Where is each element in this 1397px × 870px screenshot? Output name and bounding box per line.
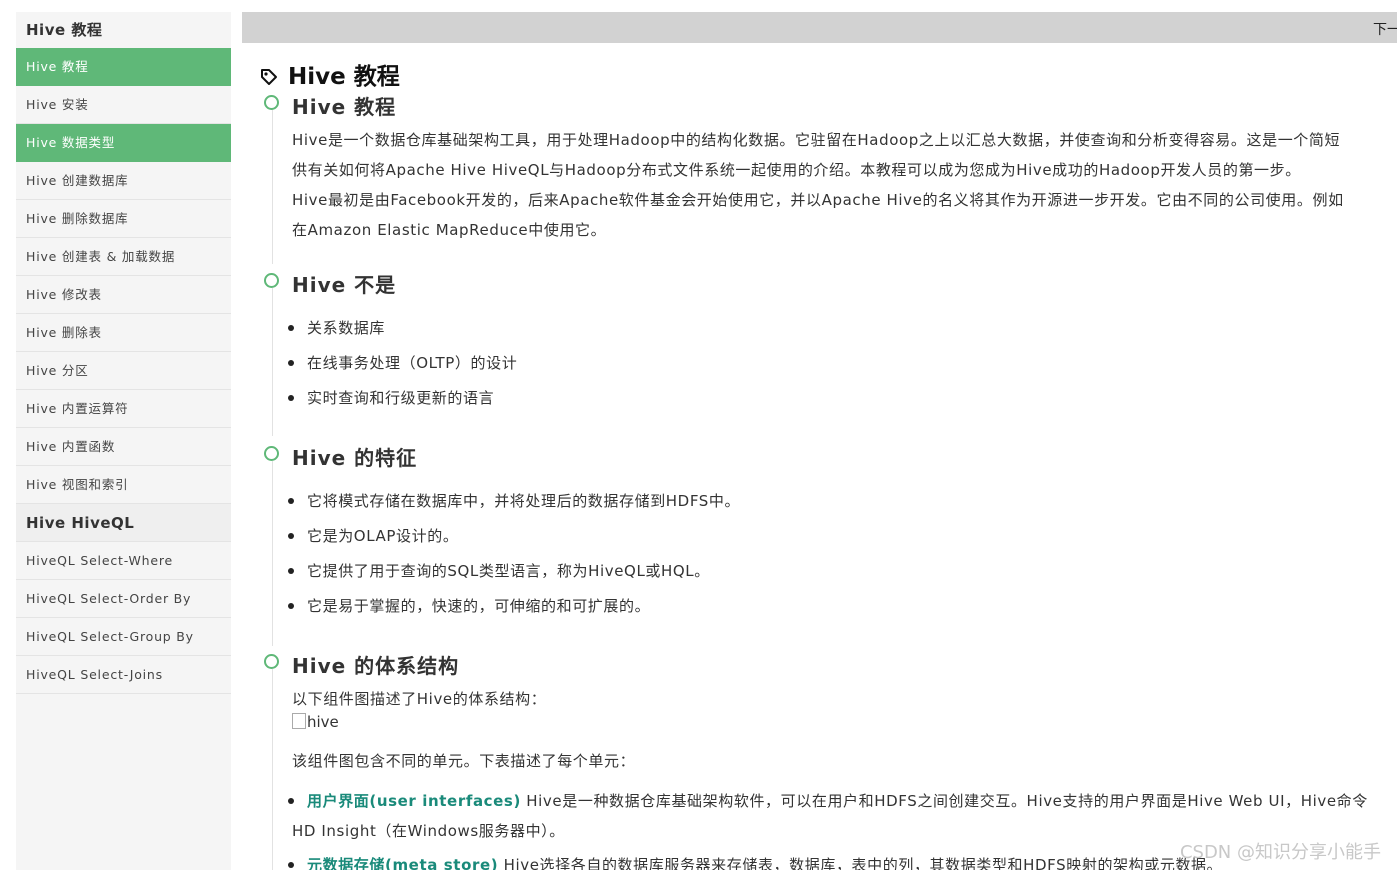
image-alt-text: hive bbox=[307, 713, 339, 731]
watermark: CSDN @知识分享小能手 bbox=[1179, 842, 1381, 863]
section-title-intro: Hive 教程 bbox=[292, 95, 397, 119]
timeline-dot bbox=[264, 95, 279, 110]
sidebar-item-create-table-load-data[interactable]: Hive 创建表 & 加载数据 bbox=[16, 238, 231, 276]
sidebar-heading: Hive 教程 bbox=[26, 21, 103, 39]
list-item: 关系数据库 bbox=[287, 317, 385, 338]
sidebar-heading-hiveql: Hive HiveQL bbox=[16, 504, 231, 542]
timeline-line bbox=[272, 288, 273, 436]
term-link[interactable]: 元数据存储(meta store) bbox=[307, 856, 498, 870]
sidebar-item-select-where[interactable]: HiveQL Select-Where bbox=[16, 542, 231, 580]
tag-icon bbox=[260, 66, 278, 92]
sidebar-item-hive-tutorial[interactable]: Hive 教程 bbox=[16, 48, 231, 86]
list-item: 它是易于掌握的，快速的，可伸缩的和可扩展的。 bbox=[287, 595, 650, 616]
timeline-dot bbox=[264, 654, 279, 669]
sidebar-item-views-indexes[interactable]: Hive 视图和索引 bbox=[16, 466, 231, 504]
sidebar-item-drop-database[interactable]: Hive 删除数据库 bbox=[16, 200, 231, 238]
sidebar: Hive 教程 Hive 教程 Hive 安装 Hive 数据类型 Hive 创… bbox=[16, 12, 231, 870]
list-item: 元数据存储(meta store) Hive选择各自的数据库服务器来存储表，数据… bbox=[287, 854, 1222, 870]
list-item: 它提供了用于查询的SQL类型语言，称为HiveQL或HQL。 bbox=[288, 560, 710, 581]
top-nav-bar: 下一 bbox=[242, 12, 1397, 43]
sidebar-item-create-database[interactable]: Hive 创建数据库 bbox=[16, 162, 231, 200]
timeline-dot bbox=[264, 446, 279, 461]
timeline-dot bbox=[264, 273, 279, 288]
section-title-features: Hive 的特征 bbox=[292, 446, 418, 470]
list-item: 用户界面(user interfaces) Hive是一种数据仓库基础架构软件，… bbox=[288, 790, 1368, 811]
timeline-line bbox=[272, 669, 273, 870]
sidebar-item-drop-table[interactable]: Hive 删除表 bbox=[16, 314, 231, 352]
architecture-image: hive bbox=[292, 713, 339, 731]
page-title-text: Hive 教程 bbox=[288, 64, 400, 90]
intro-paragraph-line: 在Amazon Elastic MapReduce中使用它。 bbox=[292, 221, 607, 239]
unit-continuation: HD Insight（在Windows服务器中）。 bbox=[292, 822, 565, 840]
list-item: 在线事务处理（OLTP）的设计 bbox=[287, 352, 517, 373]
next-page-link[interactable]: 下一 bbox=[1373, 19, 1397, 39]
broken-image-icon bbox=[292, 713, 306, 729]
architecture-intro: 以下组件图描述了Hive的体系结构： bbox=[292, 690, 547, 708]
sidebar-item-select-group-by[interactable]: HiveQL Select-Group By bbox=[16, 618, 231, 656]
list-item: 它是为OLAP设计的。 bbox=[287, 525, 458, 546]
sidebar-item-select-order-by[interactable]: HiveQL Select-Order By bbox=[16, 580, 231, 618]
section-title-architecture: Hive 的体系结构 bbox=[292, 654, 460, 678]
sidebar-item-builtin-functions[interactable]: Hive 内置函数 bbox=[16, 428, 231, 466]
sidebar-item-hive-data-types[interactable]: Hive 数据类型 bbox=[16, 124, 231, 162]
sidebar-item-partition[interactable]: Hive 分区 bbox=[16, 352, 231, 390]
sidebar-item-builtin-operators[interactable]: Hive 内置运算符 bbox=[16, 390, 231, 428]
page-title: Hive 教程 bbox=[260, 57, 400, 92]
sidebar-item-alter-table[interactable]: Hive 修改表 bbox=[16, 276, 231, 314]
intro-paragraph-line: 供有关如何将Apache Hive HiveQL与Hadoop分布式文件系统一起… bbox=[292, 161, 1301, 179]
list-item: 实时查询和行级更新的语言 bbox=[287, 387, 494, 408]
sidebar-item-select-joins[interactable]: HiveQL Select-Joins bbox=[16, 656, 231, 694]
list-item: 它将模式存储在数据库中，并将处理后的数据存储到HDFS中。 bbox=[287, 490, 740, 511]
intro-paragraph-line: Hive是一个数据仓库基础架构工具，用于处理Hadoop中的结构化数据。它驻留在… bbox=[292, 131, 1341, 149]
intro-paragraph-line: Hive最初是由Facebook开发的，后来Apache软件基金会开始使用它，并… bbox=[292, 191, 1344, 209]
architecture-desc: 该组件图包含不同的单元。下表描述了每个单元： bbox=[292, 752, 636, 770]
term-link[interactable]: 用户界面(user interfaces) bbox=[307, 792, 521, 810]
timeline-line bbox=[272, 461, 273, 646]
main-content: Hive 教程 Hive 教程 Hive是一个数据仓库基础架构工具，用于处理Ha… bbox=[242, 43, 1397, 870]
timeline-line bbox=[272, 109, 273, 264]
sidebar-item-hive-install[interactable]: Hive 安装 bbox=[16, 86, 231, 124]
section-title-not: Hive 不是 bbox=[292, 273, 397, 297]
